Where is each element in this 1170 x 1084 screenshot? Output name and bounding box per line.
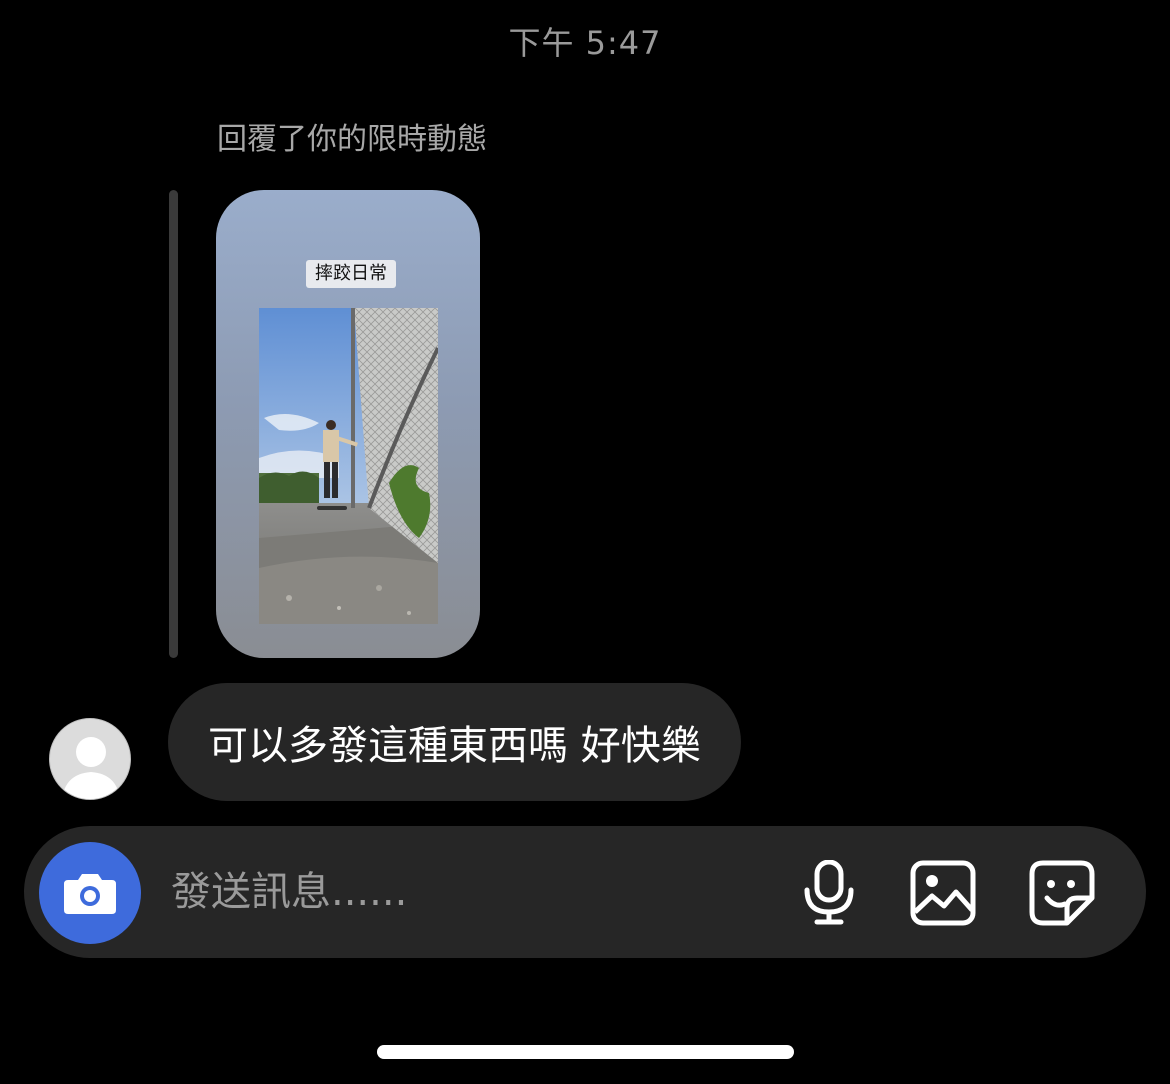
story-caption: 摔跤日常 (306, 260, 396, 288)
sender-avatar[interactable] (49, 718, 131, 800)
story-photo (259, 308, 438, 624)
gallery-icon (910, 860, 976, 926)
message-timestamp: 下午 5:47 (508, 24, 662, 62)
camera-button[interactable] (39, 842, 141, 944)
gallery-button[interactable] (908, 858, 978, 928)
story-reply-label: 回覆了你的限時動態 (217, 122, 487, 157)
sticker-button[interactable] (1027, 858, 1097, 928)
voice-message-button[interactable] (794, 858, 864, 928)
microphone-icon (804, 860, 854, 925)
default-avatar-icon (62, 737, 120, 799)
story-preview-card[interactable]: 摔跤日常 (216, 190, 480, 658)
message-bubble[interactable]: 可以多發這種東西嗎 好快樂 (168, 683, 741, 801)
message-input[interactable] (169, 859, 733, 925)
camera-icon (64, 874, 116, 914)
home-indicator[interactable] (377, 1045, 794, 1059)
reply-indicator-bar (169, 190, 178, 658)
sticker-icon (1029, 860, 1095, 926)
message-composer (24, 826, 1146, 958)
